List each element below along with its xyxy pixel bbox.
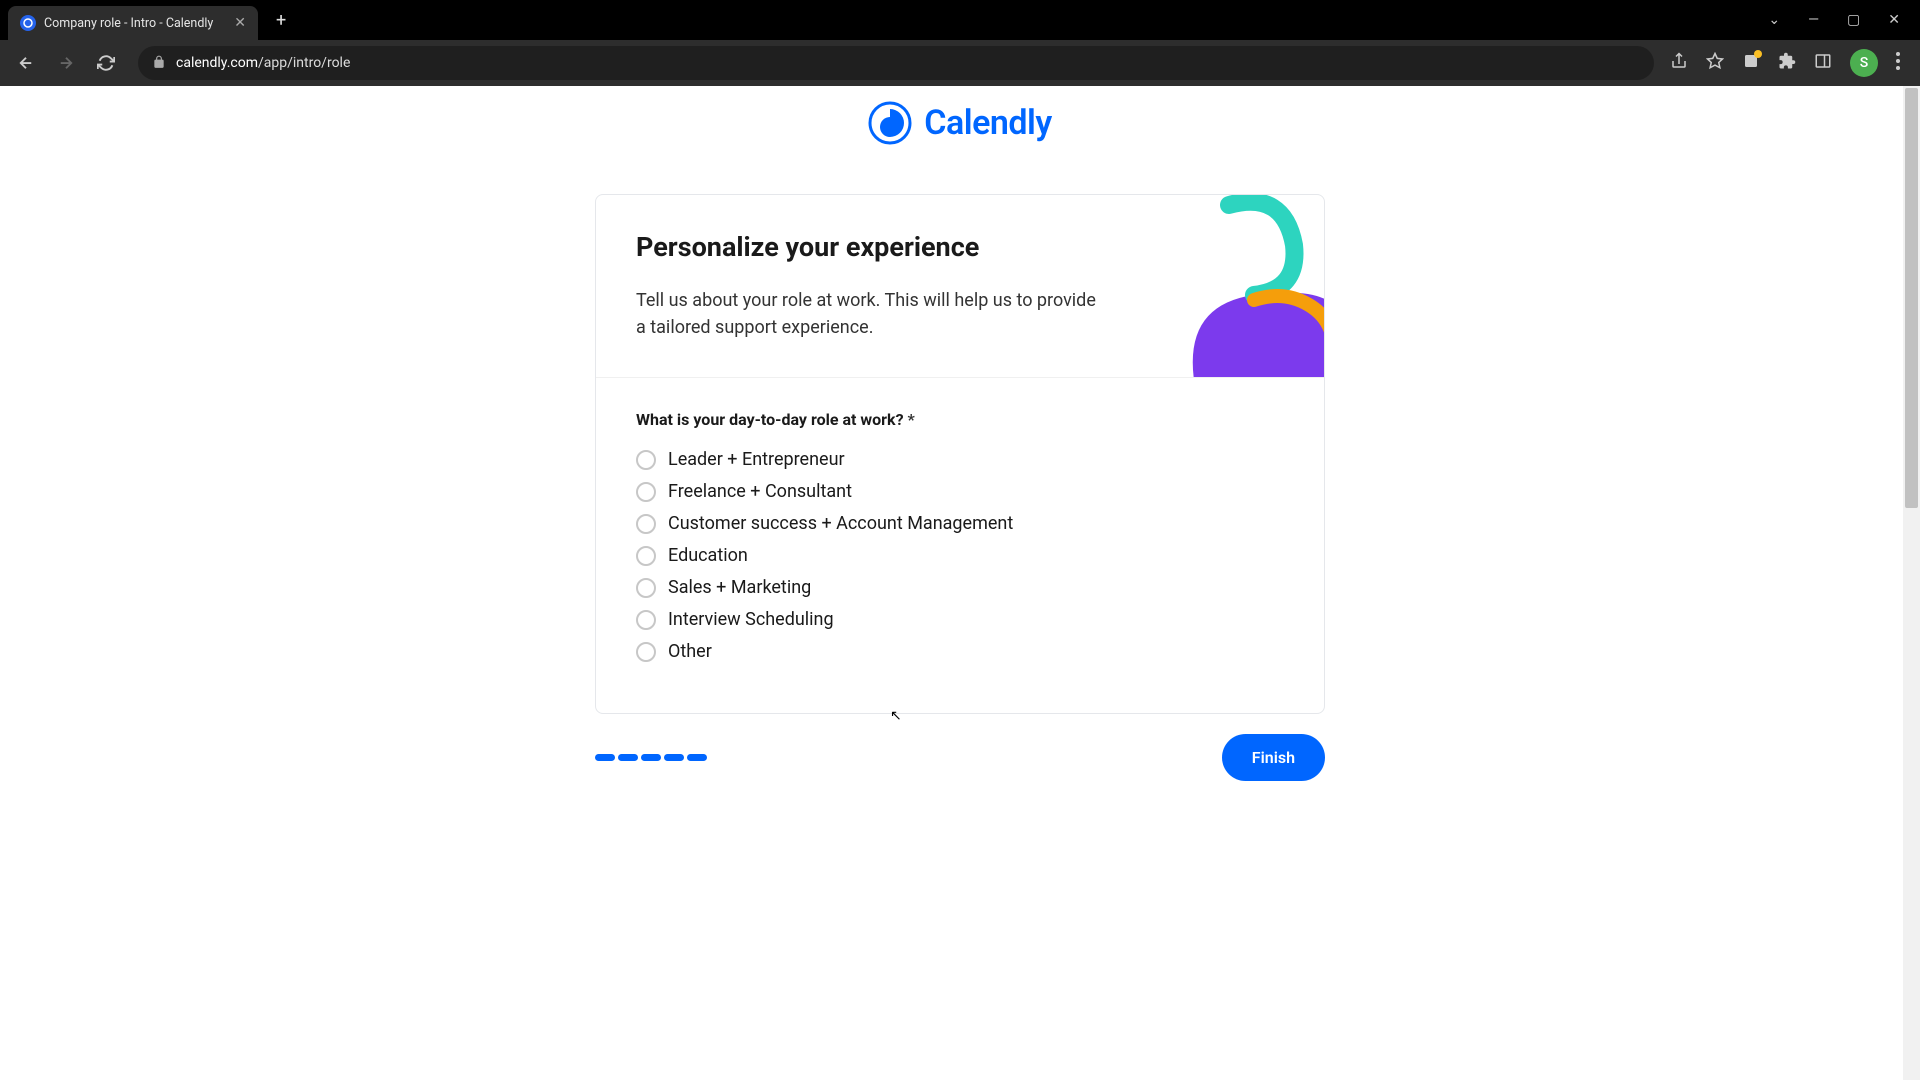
radio-icon[interactable] [636, 546, 656, 566]
role-option-label: Other [668, 641, 712, 662]
back-button[interactable] [10, 47, 42, 79]
role-option[interactable]: Other [636, 641, 1284, 662]
progress-indicator [595, 754, 707, 761]
required-marker: * [908, 410, 915, 429]
tab-favicon [20, 15, 36, 31]
role-option-label: Customer success + Account Management [668, 513, 1013, 534]
address-bar[interactable]: calendly.com/app/intro/role [138, 46, 1654, 80]
role-option-label: Education [668, 545, 748, 566]
radio-icon[interactable] [636, 578, 656, 598]
radio-icon[interactable] [636, 450, 656, 470]
browser-tab[interactable]: Company role - Intro - Calendly ✕ [8, 6, 258, 40]
radio-icon[interactable] [636, 610, 656, 630]
role-option-label: Sales + Marketing [668, 577, 811, 598]
onboarding-footer: Finish [595, 734, 1325, 781]
radio-icon[interactable] [636, 514, 656, 534]
progress-step [618, 754, 638, 761]
minimize-icon[interactable]: ― [1808, 12, 1819, 28]
role-options: Leader + Entrepreneur Freelance + Consult… [636, 449, 1284, 662]
progress-step [664, 754, 684, 761]
tab-title: Company role - Intro - Calendly [44, 16, 222, 31]
role-option-label: Interview Scheduling [668, 609, 834, 630]
progress-step [641, 754, 661, 761]
url-text: calendly.com/app/intro/role [176, 55, 350, 71]
window-controls: ⌄ ― ▢ ✕ [1768, 12, 1920, 28]
extensions-icon[interactable] [1778, 52, 1796, 74]
share-icon[interactable] [1670, 52, 1688, 74]
page-viewport: Calendly Personalize your experience Tel… [0, 86, 1920, 1080]
browser-tab-strip: Company role - Intro - Calendly ✕ + ⌄ ― … [0, 0, 1920, 40]
calendly-logo-mark [868, 101, 912, 145]
calendly-logo-text: Calendly [924, 103, 1051, 143]
extension-badge-icon[interactable] [1742, 52, 1760, 74]
maximize-icon[interactable]: ▢ [1847, 12, 1860, 28]
question-label: What is your day-to-day role at work? * [636, 410, 1284, 429]
lock-icon [152, 54, 166, 73]
reload-button[interactable] [90, 47, 122, 79]
role-option[interactable]: Freelance + Consultant [636, 481, 1284, 502]
role-option[interactable]: Sales + Marketing [636, 577, 1284, 598]
role-option[interactable]: Leader + Entrepreneur [636, 449, 1284, 470]
progress-step [595, 754, 615, 761]
card-body: What is your day-to-day role at work? * … [596, 378, 1324, 713]
radio-icon[interactable] [636, 642, 656, 662]
close-window-icon[interactable]: ✕ [1888, 12, 1900, 28]
progress-step [687, 754, 707, 761]
role-option[interactable]: Customer success + Account Management [636, 513, 1284, 534]
bookmark-star-icon[interactable] [1706, 52, 1724, 74]
finish-button[interactable]: Finish [1222, 734, 1325, 781]
role-option-label: Freelance + Consultant [668, 481, 852, 502]
onboarding-card: Personalize your experience Tell us abou… [595, 194, 1325, 714]
chevron-down-icon[interactable]: ⌄ [1768, 12, 1780, 28]
role-option[interactable]: Education [636, 545, 1284, 566]
card-header: Personalize your experience Tell us abou… [596, 195, 1324, 378]
profile-avatar[interactable]: S [1850, 49, 1878, 77]
browser-toolbar: calendly.com/app/intro/role S [0, 40, 1920, 86]
role-option-label: Leader + Entrepreneur [668, 449, 845, 470]
forward-button[interactable] [50, 47, 82, 79]
new-tab-button[interactable]: + [276, 10, 286, 31]
radio-icon[interactable] [636, 482, 656, 502]
calendly-logo: Calendly [868, 94, 1051, 152]
decorative-illustration [1134, 195, 1324, 378]
tab-close-icon[interactable]: ✕ [234, 15, 246, 31]
side-panel-icon[interactable] [1814, 52, 1832, 74]
role-option[interactable]: Interview Scheduling [636, 609, 1284, 630]
card-subtitle: Tell us about your role at work. This wi… [636, 287, 1106, 341]
kebab-menu-icon[interactable] [1896, 52, 1900, 74]
